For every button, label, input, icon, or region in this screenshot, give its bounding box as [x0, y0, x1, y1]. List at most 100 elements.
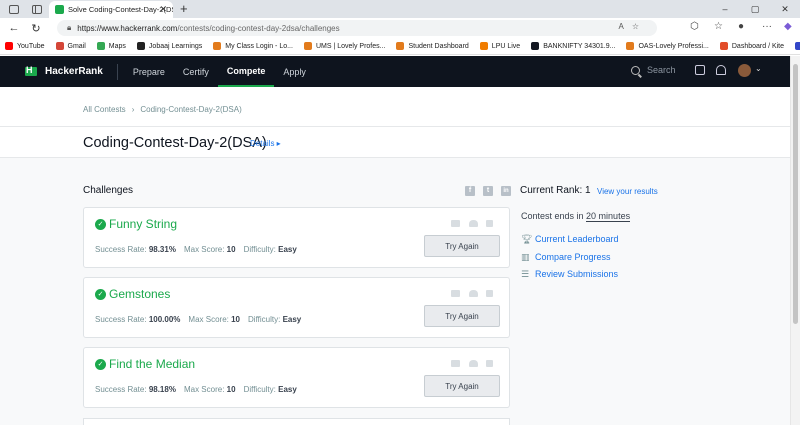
hackerrank-logo-icon: [25, 65, 37, 76]
search-box[interactable]: Search: [631, 65, 676, 75]
leaderboard-trophy-icon[interactable]: [469, 290, 478, 297]
bookmark-item[interactable]: UMS | Lovely Profes...: [303, 42, 386, 50]
bookmark-item[interactable]: Upsurge: Online Lea...: [795, 42, 800, 50]
details-link[interactable]: Details ▸: [250, 139, 281, 148]
bookmark-item[interactable]: YouTube: [5, 42, 45, 50]
challenge-name[interactable]: Gemstones: [109, 287, 170, 301]
success-rate-label: Success Rate:: [95, 385, 147, 394]
chevron-down-icon[interactable]: ⌄: [755, 64, 762, 73]
profile-icon[interactable]: ●: [738, 21, 744, 32]
avatar[interactable]: [738, 64, 751, 77]
submissions-list-icon[interactable]: [486, 220, 493, 227]
challenge-stats: Success Rate: 98.18% Max Score: 10 Difficu…: [95, 385, 305, 394]
minimize-button[interactable]: –: [710, 4, 740, 14]
list-icon: ☰: [521, 268, 530, 279]
max-score-value: 10: [226, 245, 236, 254]
tab-actions-icon[interactable]: [32, 4, 42, 14]
facebook-icon[interactable]: f: [465, 186, 475, 196]
nav-prepare[interactable]: Prepare: [124, 56, 174, 87]
challenge-card: ✓ Gemstones Success Rate: 100.00% Max Score…: [83, 277, 510, 338]
bookmark-item[interactable]: OAS-Lovely Professi...: [626, 42, 709, 50]
challenge-stats: Success Rate: 100.00% Max Score: 10 Diffic…: [95, 315, 309, 324]
difficulty-value: Easy: [278, 385, 297, 394]
bookmark-item[interactable]: Gmail: [55, 42, 86, 50]
current-leaderboard-label: Current Leaderboard: [535, 234, 619, 244]
difficulty-value: Easy: [278, 245, 297, 254]
bookmark-item[interactable]: BANKNIFTY 34301.9...: [531, 42, 615, 50]
try-again-button[interactable]: Try Again: [424, 375, 500, 397]
challenge-stats: Success Rate: 98.31% Max Score: 10 Difficu…: [95, 245, 305, 254]
bookmark-label: My Class Login - Lo...: [225, 42, 293, 50]
bookmark-favicon-icon: [795, 42, 800, 50]
bookmark-item[interactable]: LPU Live: [479, 42, 520, 50]
more-menu-icon[interactable]: ···: [762, 21, 772, 32]
hackerrank-logo[interactable]: HackerRank: [25, 65, 103, 77]
browser-menu-icon[interactable]: [9, 4, 19, 14]
leaderboard-trophy-icon[interactable]: [469, 220, 478, 227]
try-again-button[interactable]: Try Again: [424, 305, 500, 327]
breadcrumb: All Contests › Coding-Contest-Day-2(DSA): [83, 105, 242, 114]
read-aloud-icon[interactable]: A☆: [618, 22, 647, 31]
twitter-icon[interactable]: t: [483, 186, 493, 196]
try-again-button[interactable]: Try Again: [424, 235, 500, 257]
url-host: https://www.hackerrank.com: [77, 23, 178, 33]
tab-close-icon[interactable]: ✕: [159, 4, 167, 15]
submissions-list-icon[interactable]: [486, 360, 493, 367]
discussion-icon[interactable]: [451, 360, 460, 367]
bookmark-item[interactable]: Student Dashboard: [396, 42, 469, 50]
compare-progress-link[interactable]: ▥ Compare Progress: [521, 252, 611, 262]
bookmark-item[interactable]: Maps: [96, 42, 126, 50]
breadcrumb-all-contests[interactable]: All Contests: [83, 105, 126, 114]
challenge-card: ✓ Find the Median Success Rate: 98.18% Max …: [83, 347, 510, 408]
browser-address-bar: ← ↻ 🔒︎ https://www.hackerrank.com /conte…: [0, 18, 800, 38]
notification-bell-icon[interactable]: [716, 65, 726, 75]
scrollbar-thumb[interactable]: [793, 64, 798, 324]
chat-icon[interactable]: [695, 65, 705, 75]
success-rate-value: 98.31%: [148, 245, 176, 254]
back-arrow-icon[interactable]: ←: [3, 22, 25, 34]
contest-ends-text: Contest ends in 20 minutes: [521, 211, 631, 222]
linkedin-icon[interactable]: in: [501, 186, 511, 196]
bookmark-item[interactable]: Jobaaj Learnings: [136, 42, 202, 50]
max-score-label: Max Score:: [183, 245, 225, 254]
tab-title: Solve Coding-Contest-Day-2(DS/: [68, 5, 173, 14]
nav-apply[interactable]: Apply: [274, 56, 315, 87]
challenge-name[interactable]: Find the Median: [109, 357, 195, 371]
reload-icon[interactable]: ↻: [25, 22, 47, 35]
url-field[interactable]: 🔒︎ https://www.hackerrank.com /contests/…: [57, 20, 657, 36]
new-tab-button[interactable]: +: [180, 1, 188, 16]
favorites-icon[interactable]: ☆: [714, 21, 723, 32]
review-submissions-label: Review Submissions: [535, 269, 619, 279]
solved-check-icon: ✓: [95, 289, 106, 300]
challenges-heading: Challenges: [83, 185, 134, 196]
difficulty-label: Difficulty:: [248, 315, 281, 324]
max-score-value: 10: [226, 385, 236, 394]
submissions-list-icon[interactable]: [486, 290, 493, 297]
close-window-button[interactable]: ✕: [770, 4, 800, 15]
bookmark-label: UMS | Lovely Profes...: [315, 42, 386, 50]
current-rank: Current Rank: 1: [520, 185, 591, 196]
bookmark-label: BANKNIFTY 34301.9...: [543, 42, 616, 50]
contest-ends-time: 20 minutes: [586, 211, 631, 222]
challenge-name[interactable]: Funny String: [109, 217, 177, 231]
maximize-button[interactable]: ▢: [740, 4, 770, 15]
nav-certify[interactable]: Certify: [174, 56, 218, 87]
url-path: /contests/coding-contest-day-2dsa/challe…: [177, 23, 340, 33]
bookmark-label: YouTube: [17, 42, 45, 50]
current-leaderboard-link[interactable]: 🏆︎ Current Leaderboard: [521, 234, 619, 244]
discussion-icon[interactable]: [451, 220, 460, 227]
extensions-icon[interactable]: ⬡: [690, 21, 699, 32]
leaderboard-trophy-icon[interactable]: [469, 360, 478, 367]
bookmark-favicon-icon: [396, 42, 405, 50]
bookmark-label: Maps: [108, 42, 126, 50]
review-submissions-link[interactable]: ☰ Review Submissions: [521, 269, 618, 279]
page-scrollbar[interactable]: [790, 56, 800, 425]
browser-tab-active[interactable]: Solve Coding-Contest-Day-2(DS/ ✕: [49, 1, 173, 18]
nav-compete[interactable]: Compete: [217, 56, 275, 87]
difficulty-label: Difficulty:: [243, 385, 276, 394]
bookmark-item[interactable]: My Class Login - Lo...: [213, 42, 293, 50]
bookmark-item[interactable]: Dashboard / Kite: [719, 42, 784, 50]
copilot-icon[interactable]: ◆: [784, 21, 792, 32]
view-results-link[interactable]: View your results: [597, 187, 658, 196]
discussion-icon[interactable]: [451, 290, 460, 297]
